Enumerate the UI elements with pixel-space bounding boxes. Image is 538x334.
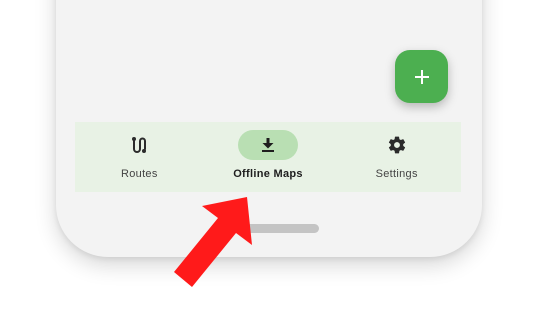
nav-item-routes[interactable]: Routes [75,122,204,192]
home-indicator[interactable] [226,224,319,233]
plus-icon [414,69,429,84]
nav-item-offline-maps[interactable]: Offline Maps [204,122,333,192]
screen: Routes Offline Maps Settings [0,0,538,334]
nav-label-routes: Routes [121,168,158,180]
route-icon [132,137,147,153]
bottom-navigation-bar: Routes Offline Maps Settings [75,122,461,192]
add-fab-button[interactable] [395,50,448,103]
nav-icon-container [367,130,427,160]
nav-label-settings: Settings [375,168,418,180]
download-icon [262,138,274,152]
gear-icon [388,136,405,154]
nav-icon-container [109,130,169,160]
nav-item-settings[interactable]: Settings [332,122,461,192]
nav-label-offline-maps: Offline Maps [233,168,303,180]
nav-icon-container-active [238,130,298,160]
